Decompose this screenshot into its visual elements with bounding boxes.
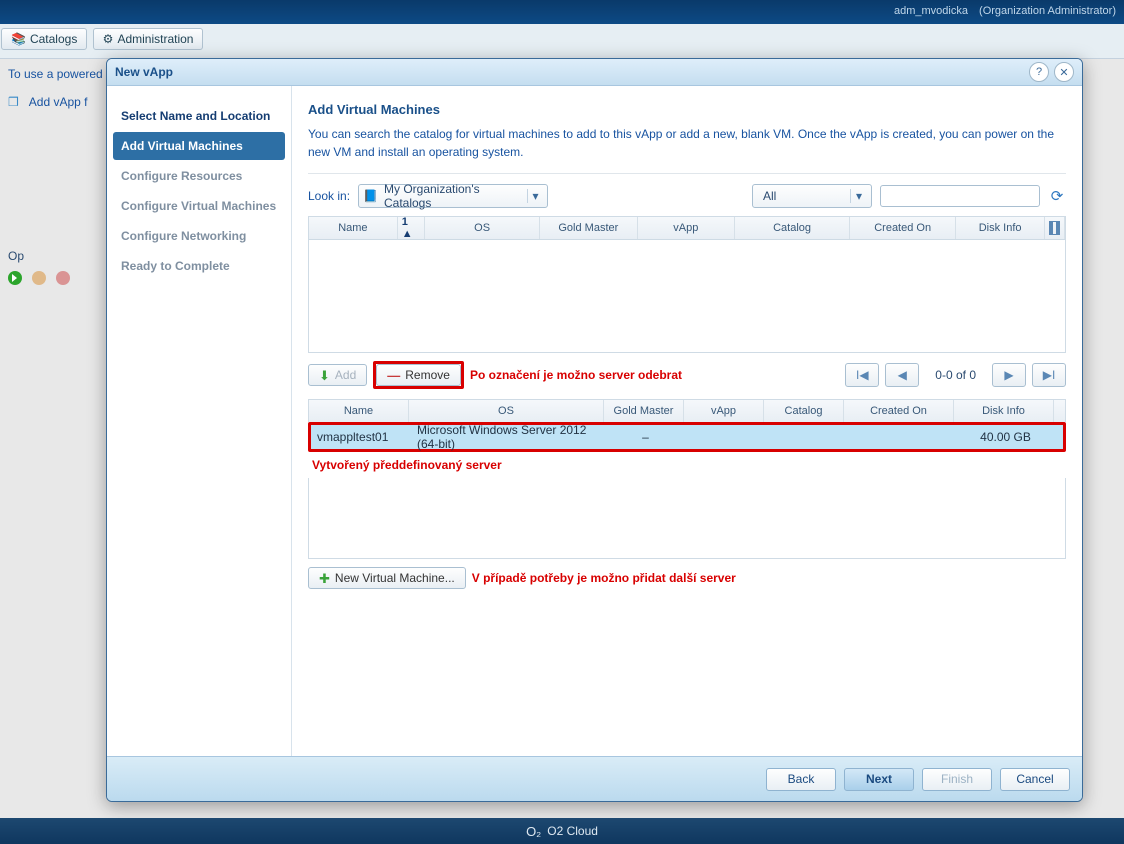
pager: I◀ ◀ 0-0 of 0 ▶ ▶I [845,363,1066,387]
catalog-grid: Name 1 ▲ OS Gold Master vApp Catalog Cre… [308,216,1066,353]
cell-vapp [686,425,766,449]
step-name-location[interactable]: Select Name and Location [113,102,285,130]
step-add-vms[interactable]: Add Virtual Machines [113,132,285,160]
look-in-dropdown[interactable]: 📘 My Organization's Catalogs ▾ [358,184,548,208]
annotation-created: Vytvořený předdefinovaný server [312,458,502,472]
tab-administration[interactable]: ⚙ Administration [93,28,204,50]
cell-name: vmappltest01 [311,425,411,449]
catalog-grid-body [309,240,1065,352]
col-os[interactable]: OS [425,217,540,239]
pager-prev[interactable]: ◀ [885,363,919,387]
catalogs-icon: 📘 [363,189,378,203]
back-button[interactable]: Back [766,768,836,791]
minus-icon: — [387,369,400,382]
col-vapp[interactable]: vApp [638,217,735,239]
col-gold-master[interactable]: Gold Master [540,217,637,239]
step-configure-networking[interactable]: Configure Networking [113,222,285,250]
main-tabs-bar: 📚 Catalogs ⚙ Administration [0,24,1124,59]
col-sort[interactable]: 1 ▲ [398,217,425,239]
remove-button[interactable]: — Remove [376,364,461,386]
chevron-down-icon: ▾ [527,189,543,203]
status-text: O2 Cloud [547,824,598,838]
vapp-cube-icon: ❒ [8,95,19,109]
panel-title: Add Virtual Machines [308,102,1066,117]
pager-last[interactable]: ▶I [1032,363,1066,387]
selected-grid-empty [308,478,1066,559]
cell-os: Microsoft Windows Server 2012 (64-bit) [411,425,606,449]
wizard-steps: Select Name and Location Add Virtual Mac… [107,86,292,756]
search-input[interactable] [880,185,1040,207]
col2-vapp[interactable]: vApp [684,400,764,422]
pager-first[interactable]: I◀ [845,363,879,387]
look-in-label: Look in: [308,189,350,203]
vm-table-row[interactable]: vmappltest01 Microsoft Windows Server 20… [311,425,1063,449]
cell-disk: 40.00 GB [956,425,1056,449]
col2-os[interactable]: OS [409,400,604,422]
user-role: (Organization Administrator) [979,5,1116,17]
status-bar: O₂ O2 Cloud [0,818,1124,844]
col2-created-on[interactable]: Created On [844,400,954,422]
col2-catalog[interactable]: Catalog [764,400,844,422]
dialog-footer: Back Next Finish Cancel [107,756,1082,801]
o2-logo-icon: O₂ [526,824,541,839]
step-ready-complete[interactable]: Ready to Complete [113,252,285,280]
selected-vm-grid: Name OS Gold Master vApp Catalog Created… [308,399,1066,559]
plus-icon: ✚ [319,572,330,585]
catalogs-icon: 📚 [11,32,26,46]
column-picker[interactable] [1045,217,1065,239]
col-name[interactable]: Name [309,217,398,239]
cancel-button[interactable]: Cancel [1000,768,1070,791]
refresh-icon[interactable]: ⟳ [1048,187,1066,205]
add-button[interactable]: ⬇ Add [308,364,367,386]
new-vapp-dialog: New vApp ? ✕ Select Name and Location Ad… [106,58,1083,802]
col2-name[interactable]: Name [309,400,409,422]
cell-catalog [766,425,846,449]
dialog-title: New vApp [115,65,173,79]
cell-gold: – [606,425,686,449]
app-header: adm_mvodicka (Organization Administrator… [0,0,1124,24]
pager-next[interactable]: ▶ [992,363,1026,387]
step-configure-resources[interactable]: Configure Resources [113,162,285,190]
annotation-remove: Po označení je možno server odebrat [470,368,682,382]
col2-gold-master[interactable]: Gold Master [604,400,684,422]
annotation-new-vm: V případě potřeby je možno přidat další … [472,571,736,585]
cell-created [846,425,956,449]
filter-dropdown[interactable]: All ▾ [752,184,872,208]
col2-disk-info[interactable]: Disk Info [954,400,1054,422]
new-vm-button[interactable]: ✚ New Virtual Machine... [308,567,466,589]
finish-button[interactable]: Finish [922,768,992,791]
dialog-titlebar: New vApp ? ✕ [107,59,1082,86]
col-catalog[interactable]: Catalog [735,217,850,239]
arrow-down-icon: ⬇ [319,369,330,382]
next-button[interactable]: Next [844,768,914,791]
col-created-on[interactable]: Created On [850,217,956,239]
selected-row-highlight: vmappltest01 Microsoft Windows Server 20… [308,422,1066,452]
stop-icon[interactable] [56,271,70,285]
chevron-down-icon: ▾ [850,189,867,203]
step-configure-vms[interactable]: Configure Virtual Machines [113,192,285,220]
play-icon[interactable] [8,271,22,285]
columns-icon [1049,221,1060,235]
close-icon[interactable]: ✕ [1054,62,1074,82]
col-disk-info[interactable]: Disk Info [956,217,1045,239]
pager-text: 0-0 of 0 [935,368,976,382]
help-icon[interactable]: ? [1029,62,1049,82]
remove-highlight: — Remove [373,361,464,389]
panel-description: You can search the catalog for virtual m… [308,125,1066,161]
add-vapp-label[interactable]: Add vApp f [29,95,88,109]
gear-icon: ⚙ [103,32,114,46]
tab-catalogs[interactable]: 📚 Catalogs [1,28,87,50]
pause-icon[interactable] [32,271,46,285]
user-name: adm_mvodicka [894,5,968,17]
